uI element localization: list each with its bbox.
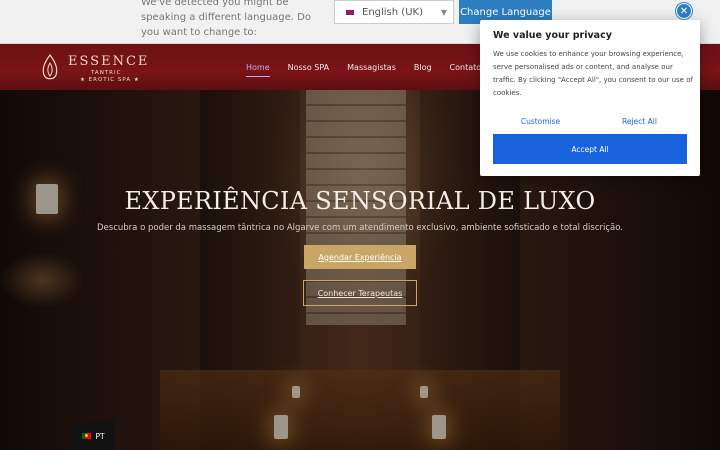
language-suggestion-text: We've detected you might be speaking a d… <box>141 0 311 38</box>
cookie-consent-dialog: We value your privacy We use cookies to … <box>480 20 700 176</box>
chevron-down-icon: ▼ <box>440 8 447 17</box>
brand-name: ESSENCE <box>68 54 150 69</box>
cookie-accept-button[interactable]: Accept All <box>493 134 687 164</box>
hero-title: EXPERIÊNCIA SENSORIAL DE LUXO <box>124 187 596 215</box>
language-select[interactable]: English (UK) ▼ <box>334 0 454 24</box>
close-icon[interactable]: ✕ <box>676 3 692 19</box>
brand-subtitle-tantric: TANTRIC <box>91 70 122 76</box>
cookie-title: We value your privacy <box>493 30 612 41</box>
lotus-flame-icon <box>42 53 58 80</box>
hero-tagline: Descubra o poder da massagem tântrica no… <box>97 223 623 233</box>
meet-therapists-button[interactable]: Conhecer Terapeutas <box>303 280 417 306</box>
nav-item-home[interactable]: Home <box>246 61 270 77</box>
uk-flag-icon <box>345 8 355 16</box>
nav-item-blog[interactable]: Blog <box>414 61 432 74</box>
portugal-flag-icon <box>82 433 92 439</box>
book-experience-button[interactable]: Agendar Experiência <box>304 245 416 269</box>
cookie-body: We use cookies to enhance your browsing … <box>493 50 693 97</box>
language-switcher[interactable]: PT <box>72 422 115 450</box>
language-select-value: English (UK) <box>362 6 423 18</box>
nav-item-massagistas[interactable]: Massagistas <box>347 61 396 74</box>
cookie-reject-button[interactable]: Reject All <box>592 112 687 130</box>
nav-item-nosso-spa[interactable]: Nosso SPA <box>288 61 330 74</box>
language-switcher-label: PT <box>95 431 105 441</box>
brand-subtitle-spa: ★ EROTIC SPA ★ <box>80 77 140 83</box>
cookie-customise-button[interactable]: Customise <box>493 112 588 130</box>
nav-item-contato[interactable]: Contato <box>450 61 482 74</box>
logo[interactable]: ESSENCE TANTRIC ★ EROTIC SPA ★ <box>38 53 148 83</box>
